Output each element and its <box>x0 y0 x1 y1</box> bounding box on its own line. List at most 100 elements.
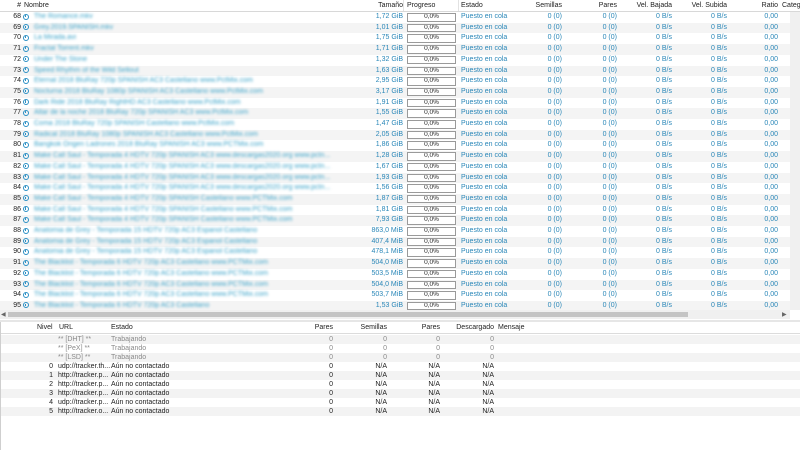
column-header-hash[interactable]: # <box>0 0 21 11</box>
torrent-size: 503,7 MiB <box>371 291 403 299</box>
column-header-message[interactable]: Mensaje <box>498 322 558 333</box>
torrent-name: The Blacklist - Temporada 6 HDTV 720p AC… <box>34 301 210 309</box>
torrent-row[interactable]: 94 The Blacklist - Temporada 6 HDTV 720p … <box>0 290 790 301</box>
torrent-row[interactable]: 88 Anatomia de Grey - Temporada 15 HDTV 7… <box>0 226 790 237</box>
column-header-progress[interactable]: Progreso <box>407 0 457 11</box>
column-header-tracker-peers[interactable]: Pares <box>291 322 333 333</box>
column-header-name[interactable]: Nombre <box>24 0 324 11</box>
torrent-row[interactable]: 79 Radical 2018 BluRay 1080p SPANISH AC3 … <box>0 129 790 141</box>
torrent-row[interactable]: 69 Grey.2019.SPANISH.mkv 1,01 GiB 0,0% Puest… <box>0 22 790 34</box>
tracker-peers2: N/A <box>428 372 440 379</box>
scroll-right-icon[interactable]: ▶ <box>782 311 787 318</box>
torrent-queue-number: 70 <box>13 34 21 42</box>
column-header-peers[interactable]: Pares <box>575 0 617 11</box>
queued-status-icon <box>23 238 29 245</box>
torrent-progress-bar: 0,0% <box>407 13 456 22</box>
torrent-size: 1,01 GiB <box>375 23 403 31</box>
column-header-size[interactable]: Tamaño <box>342 0 403 11</box>
torrent-row[interactable]: 86 Make Call Saul - Temporada 4 HDTV 720p… <box>0 205 790 216</box>
torrent-row[interactable]: 76 Dark Ride 2018 BluRay RightHD AC3 Cast… <box>0 98 790 109</box>
tracker-row[interactable]: ** [LSD] ** Trabajando 0 0 0 0 <box>1 353 800 362</box>
torrent-row[interactable]: 93 The Blacklist - Temporada 6 HDTV 720p … <box>0 279 790 291</box>
tracker-level: 1 <box>49 372 53 379</box>
torrent-up-speed: 0 B/s <box>711 237 727 245</box>
torrent-down-speed: 0 B/s <box>656 248 672 256</box>
torrent-progress-bar: 0,0% <box>407 162 456 172</box>
column-header-ratio[interactable]: Ratio <box>740 0 778 11</box>
scroll-left-icon[interactable]: ◀ <box>1 311 6 318</box>
torrent-up-speed: 0 B/s <box>711 109 727 117</box>
column-header-up-speed[interactable]: Vel. Subida <box>675 0 727 11</box>
torrent-row[interactable]: 74 Eternal 2018 BluRay 720p SPANISH AC3 C… <box>0 76 790 87</box>
tracker-peers: 0 <box>329 390 333 397</box>
torrent-seeds: 0 (0) <box>547 34 562 42</box>
torrent-size: 504,0 MiB <box>371 280 403 288</box>
torrent-row[interactable]: 83 Make Call Saul - Temporada 4 HDTV 720p… <box>0 172 790 184</box>
tracker-row[interactable]: ** [DHT] ** Trabajando 0 0 0 0 <box>1 335 800 344</box>
torrent-row[interactable]: 81 Make Call Saul - Temporada 4 HDTV 720p… <box>0 151 790 162</box>
torrent-queue-number: 80 <box>13 141 21 149</box>
torrent-row[interactable]: 82 Make Call Saul - Temporada 4 HDTV 720p… <box>0 162 790 173</box>
torrent-progress-bar: 0,0% <box>407 120 456 129</box>
tracker-level: 5 <box>49 408 53 415</box>
torrent-row[interactable]: 87 Make Call Saul - Temporada 4 HDTV 720p… <box>0 215 790 226</box>
tracker-seeds: N/A <box>375 408 387 415</box>
torrent-ratio: 0,00 <box>764 280 778 288</box>
tracker-row[interactable]: 0 udp://tracker.th... Aún no contactado 0 N/… <box>1 362 800 371</box>
torrent-up-speed: 0 B/s <box>711 66 727 74</box>
tracker-row[interactable]: 5 http://tracker.o... Aún no contactado 0 N/… <box>1 407 800 416</box>
tracker-peers: 0 <box>329 336 333 343</box>
tracker-row[interactable]: ** [PeX] ** Trabajando 0 0 0 0 <box>1 344 800 353</box>
tracker-downloaded: 0 <box>490 354 494 361</box>
column-header-seeds[interactable]: Semillas <box>520 0 562 11</box>
torrent-peers: 0 (0) <box>602 66 617 74</box>
column-divider[interactable] <box>403 0 404 11</box>
torrent-row[interactable]: 84 Make Call Saul - Temporada 4 HDTV 720p… <box>0 183 790 194</box>
torrent-row[interactable]: 73 Speed Rhythm of the Wild Sellout 1,63 G… <box>0 65 790 77</box>
torrent-row[interactable]: 85 Make Call Saul - Temporada 4 HDTV 720p… <box>0 193 790 205</box>
torrent-row[interactable]: 77 Altar de la noche 2018 BluRay 720p SPA… <box>0 108 790 119</box>
horizontal-scroll-thumb[interactable] <box>8 312 688 317</box>
torrent-row[interactable]: 95 The Blacklist - Temporada 6 HDTV 720p … <box>0 300 790 310</box>
torrent-size: 3,17 GiB <box>375 87 403 95</box>
horizontal-scrollbar[interactable]: ◀ ▶ <box>0 310 790 319</box>
column-header-downloaded[interactable]: Descargado <box>445 322 494 333</box>
tracker-row[interactable]: 4 udp://tracker.p... Aún no contactado 0 N/A… <box>1 398 800 407</box>
column-header-state[interactable]: Estado <box>461 0 521 11</box>
tracker-row[interactable]: 3 http://tracker.p... Aún no contactado 0 N/… <box>1 389 800 398</box>
torrent-row[interactable]: 75 Nocturna 2018 BluRay 1080p SPANISH AC3… <box>0 86 790 98</box>
torrent-row[interactable]: 91 The Blacklist - Temporada 6 HDTV 720p … <box>0 258 790 269</box>
torrent-up-speed: 0 B/s <box>711 227 727 234</box>
torrent-peers: 0 (0) <box>602 248 617 256</box>
column-header-down-speed[interactable]: Vel. Bajada <box>620 0 672 11</box>
torrent-ratio: 0,00 <box>764 227 778 234</box>
torrent-row[interactable]: 70 La Mirada.avi 1,75 GiB 0,0% Puesto en col… <box>0 33 790 44</box>
column-header-url[interactable]: URL <box>59 322 109 333</box>
torrent-row[interactable]: 89 Anatomia de Grey - Temporada 15 HDTV 7… <box>0 236 790 248</box>
torrent-peers: 0 (0) <box>602 291 617 299</box>
queued-status-icon <box>23 216 29 223</box>
tracker-row[interactable]: 2 http://tracker.p... Aún no contactado 0 N/… <box>1 380 800 389</box>
torrent-row[interactable]: 72 Under The Stone 1,32 GiB 0,0% Puesto en c… <box>0 55 790 66</box>
torrent-peers: 0 (0) <box>602 173 617 181</box>
column-divider[interactable] <box>458 0 459 11</box>
torrent-peers: 0 (0) <box>602 301 617 309</box>
vertical-scrollbar[interactable] <box>790 12 800 310</box>
torrent-up-speed: 0 B/s <box>711 291 727 299</box>
tracker-row[interactable]: 1 http://tracker.p... Aún no contactado 0 N/… <box>1 371 800 380</box>
column-header-tracker-peers2[interactable]: Pares <box>396 322 440 333</box>
torrent-row[interactable]: 92 The Blacklist - Temporada 6 HDTV 720p … <box>0 269 790 280</box>
torrent-row[interactable]: 80 Bangkok Origen Ladrones 2018 BluRay SP… <box>0 140 790 151</box>
column-header-category[interactable]: Catego <box>782 0 800 11</box>
torrent-size: 478,1 MiB <box>371 248 403 256</box>
torrent-row[interactable]: 90 Anatomia de Grey - Temporada 15 HDTV 7… <box>0 247 790 258</box>
column-header-tracker-seeds[interactable]: Semillas <box>341 322 387 333</box>
torrent-row[interactable]: 78 Coma 2018 BluRay 720p SPANISH Castella… <box>0 119 790 130</box>
torrent-progress-bar: 0,0% <box>407 269 456 279</box>
torrent-row[interactable]: 68 The Romance.mkv 1,72 GiB 0,0% Puesto en c… <box>0 12 790 23</box>
column-header-tracker-state[interactable]: Estado <box>111 322 191 333</box>
torrent-seeds: 0 (0) <box>547 301 562 309</box>
column-header-level[interactable]: Nivel <box>37 322 57 333</box>
torrent-up-speed: 0 B/s <box>711 205 727 213</box>
torrent-row[interactable]: 71 Fractal Torrent.mkv 1,71 GiB 0,0% Puesto … <box>0 44 790 55</box>
